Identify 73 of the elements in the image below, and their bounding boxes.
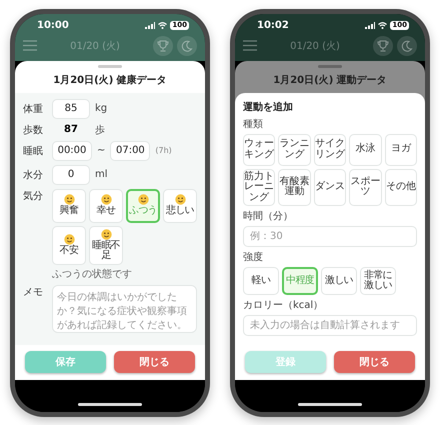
option-tile[interactable]: サイクリング bbox=[314, 134, 346, 166]
signal-icon bbox=[365, 22, 376, 28]
input-field[interactable]: 85 bbox=[52, 98, 90, 118]
unit-label: ml bbox=[95, 169, 108, 180]
time-field[interactable]: 07:00 bbox=[110, 140, 150, 160]
smiley-icon bbox=[174, 194, 186, 206]
sleep-duration: (7h) bbox=[155, 146, 172, 155]
home-indicator[interactable] bbox=[298, 402, 362, 406]
drag-handle[interactable] bbox=[98, 64, 122, 68]
moon-icon bbox=[401, 40, 413, 52]
option-tile[interactable]: 有酸素運動 bbox=[278, 168, 311, 206]
field-label: カロリー（kcal） bbox=[243, 299, 324, 312]
field-label: 睡眠 bbox=[23, 144, 44, 158]
date-title: 01/20 (火) bbox=[290, 40, 340, 52]
input-field[interactable]: 例：30 bbox=[243, 226, 417, 247]
field-label: 気分 bbox=[23, 190, 44, 202]
option-tile[interactable]: 興奮 bbox=[52, 188, 86, 222]
mood-hint: ふつうの状態です bbox=[52, 268, 133, 280]
option-tile[interactable]: 睡眠不足 bbox=[89, 226, 123, 264]
input-field[interactable]: 0 bbox=[52, 164, 90, 184]
theme-button[interactable] bbox=[397, 36, 417, 56]
trophy-icon bbox=[157, 40, 169, 52]
option-tile[interactable]: ランニング bbox=[278, 134, 311, 166]
option-tile[interactable]: ヨガ bbox=[384, 134, 417, 166]
wifi-icon bbox=[378, 22, 388, 28]
drag-handle[interactable] bbox=[318, 64, 342, 68]
memo-field[interactable]: 今日の体調はいかがでしたか？気になる症状や観察事項があれば記録してください。 bbox=[52, 284, 197, 332]
option-tile[interactable]: ウォーキング bbox=[243, 134, 276, 166]
smiley-icon bbox=[100, 228, 112, 240]
trophy-button[interactable] bbox=[373, 36, 393, 56]
smiley-icon bbox=[100, 194, 112, 206]
field-label: 体重 bbox=[23, 102, 44, 116]
trophy-button[interactable] bbox=[153, 36, 173, 56]
smiley-icon bbox=[64, 194, 74, 206]
signal-icon bbox=[145, 22, 156, 28]
clock-time: 10:00 bbox=[37, 20, 69, 30]
field-label: 時間（分） bbox=[243, 210, 294, 223]
option-tile[interactable]: 軽い bbox=[243, 267, 279, 295]
wifi-icon bbox=[158, 22, 168, 28]
option-tile[interactable]: 激しい bbox=[321, 267, 357, 295]
trophy-icon bbox=[377, 40, 389, 52]
step-count: 87 bbox=[63, 124, 79, 135]
field-label: 種類 bbox=[243, 118, 264, 130]
option-tile[interactable]: ダンス bbox=[314, 168, 346, 206]
menu-icon[interactable] bbox=[243, 40, 257, 51]
option-tile[interactable]: スポーツ bbox=[349, 168, 382, 206]
option-tile[interactable]: 不安 bbox=[52, 226, 86, 264]
option-tile[interactable]: 非常に激しい bbox=[360, 267, 396, 295]
smiley-icon bbox=[64, 234, 74, 245]
option-tile[interactable]: 幸せ bbox=[89, 188, 123, 222]
theme-button[interactable] bbox=[177, 36, 197, 56]
home-indicator[interactable] bbox=[78, 402, 142, 406]
moon-icon bbox=[181, 40, 193, 52]
option-tile[interactable]: 悲しい bbox=[163, 188, 197, 222]
time-field[interactable]: 00:00 bbox=[52, 140, 92, 160]
sheet-title: 1月20日(火) 運動データ bbox=[272, 74, 388, 88]
option-tile[interactable]: その他 bbox=[384, 168, 417, 206]
menu-icon[interactable] bbox=[23, 40, 37, 51]
option-tile[interactable]: 筋力トレーニング bbox=[243, 168, 276, 206]
unit-label: 歩 bbox=[95, 124, 105, 136]
field-label: 歩数 bbox=[23, 124, 44, 136]
date-title: 01/20 (火) bbox=[70, 40, 120, 52]
input-field[interactable]: 未入力の場合は自動計算されます bbox=[243, 315, 417, 336]
smiley-icon bbox=[138, 194, 148, 206]
field-label: メモ bbox=[23, 286, 44, 298]
option-tile[interactable]: 水泳 bbox=[349, 134, 382, 166]
range-separator: ~ bbox=[97, 145, 106, 156]
unit-label: kg bbox=[95, 103, 108, 114]
field-label: 強度 bbox=[243, 250, 264, 264]
field-label: 水分 bbox=[23, 168, 44, 182]
sheet-title: 1月20日(火) 健康データ bbox=[52, 74, 168, 88]
clock-time: 10:02 bbox=[257, 20, 289, 30]
form-heading: 運動を追加 bbox=[243, 100, 294, 114]
